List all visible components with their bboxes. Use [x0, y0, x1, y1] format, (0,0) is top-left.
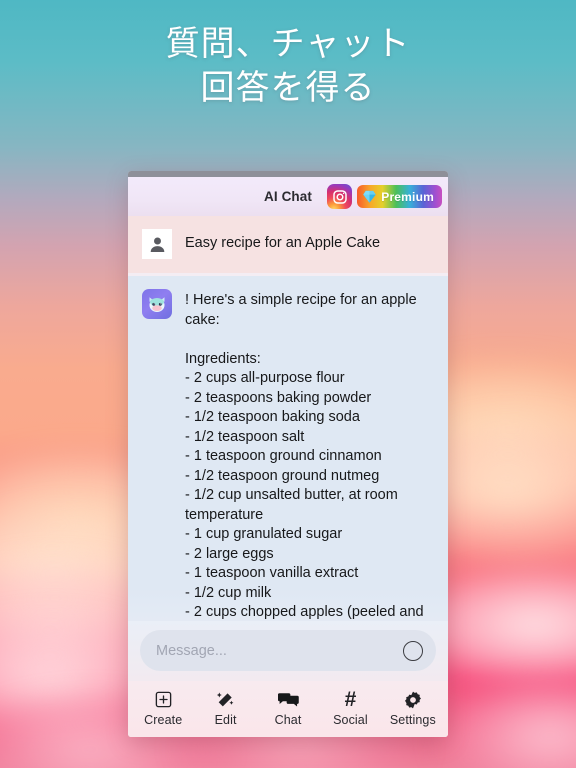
header-actions: Premium [327, 184, 442, 209]
message-input-placeholder: Message... [156, 642, 227, 659]
gear-icon [403, 689, 423, 710]
tab-create[interactable]: Create [132, 689, 194, 727]
tab-label-social: Social [333, 713, 368, 727]
promo-headline-line-1: 質問、チャット [165, 25, 411, 63]
app-header: AI Chat Premium [128, 177, 448, 216]
plus-square-icon [154, 689, 173, 710]
cat-bot-avatar-icon [142, 289, 172, 319]
cloud-decoration [440, 686, 576, 768]
promo-headline-line-2: 回答を得る [200, 69, 376, 107]
premium-label: Premium [381, 189, 434, 204]
tab-social[interactable]: # Social [319, 689, 381, 727]
message-text-user: Easy recipe for an Apple Cake [185, 235, 381, 251]
hash-icon: # [344, 688, 357, 711]
tab-label-create: Create [144, 713, 183, 727]
tab-label-chat: Chat [274, 713, 302, 727]
instagram-icon[interactable] [327, 184, 353, 209]
diamond-icon [362, 189, 377, 204]
bottom-tab-bar: Create Edit Chat # Social Settings [128, 681, 448, 737]
app-screenshot-frame: AI Chat Premium Easy recipe for an Apple… [128, 171, 448, 737]
tab-label-edit: Edit [214, 713, 237, 727]
screenshot-stage: 質問、チャット 回答を得る AI Chat Premium Easy recip… [0, 0, 576, 768]
person-avatar-icon [142, 229, 172, 259]
message-text-bot: ! Here's a simple recipe for an apple ca… [185, 292, 424, 620]
message-input[interactable]: Message... [140, 630, 436, 671]
tab-label-settings: Settings [389, 713, 436, 727]
message-row-bot: ! Here's a simple recipe for an apple ca… [128, 276, 448, 621]
magic-wand-icon [216, 689, 235, 710]
message-row-user: Easy recipe for an Apple Cake [128, 216, 448, 273]
tab-settings[interactable]: Settings [382, 689, 444, 727]
tab-edit[interactable]: Edit [194, 689, 256, 727]
promo-headline: 質問、チャット 回答を得る [0, 22, 576, 110]
message-list[interactable]: Easy recipe for an Apple Cake ! Here's a… [128, 216, 448, 621]
tab-chat[interactable]: Chat [257, 689, 319, 727]
circle-mic-icon[interactable] [403, 640, 423, 661]
speech-bubbles-icon [277, 689, 299, 710]
composer-bar: Message... [128, 621, 448, 681]
premium-button[interactable]: Premium [357, 185, 442, 208]
